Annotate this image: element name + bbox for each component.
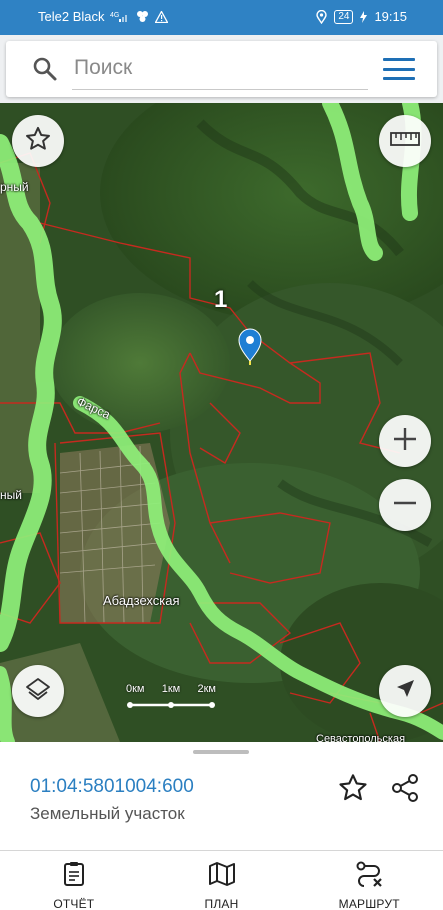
charging-icon [360, 10, 368, 23]
parcel-info-sheet[interactable]: 01:04:5801004:600 Земельный участок [0, 742, 443, 850]
satellite-map[interactable]: рный Фарса ный Абадзехская Севастопольск… [0, 103, 443, 742]
nav-route-label: МАРШРУТ [338, 897, 400, 910]
place-label: рный [0, 180, 29, 194]
report-icon [62, 861, 86, 892]
ruler-icon [390, 131, 420, 152]
star-outline-icon [24, 125, 52, 158]
battery-level: 24 [334, 9, 354, 24]
cadastral-number[interactable]: 01:04:5801004:600 [30, 776, 194, 798]
carrier-name: Tele2 Black [38, 9, 105, 24]
search-area [0, 35, 443, 103]
signal-icon: 4G [110, 11, 130, 23]
search-bar [6, 41, 437, 97]
map-plan-icon [208, 861, 236, 892]
menu-icon[interactable] [383, 58, 415, 80]
my-location-button[interactable] [379, 665, 431, 717]
scale-label: 0км [126, 683, 145, 695]
layers-button[interactable] [12, 665, 64, 717]
status-bar: Tele2 Black 4G 24 19:15 [0, 0, 443, 35]
nav-plan-label: ПЛАН [204, 897, 239, 910]
town-label: Абадзехская [103, 593, 180, 608]
scale-label: 2км [197, 683, 217, 695]
scale-label: 1км [161, 683, 181, 695]
warning-icon [155, 10, 169, 23]
map-imagery [0, 103, 443, 742]
bottom-navigation: ОТЧЁТ ПЛАН МАРШРУТ [0, 850, 443, 910]
search-underline [72, 89, 368, 90]
object-type: Земельный участок [30, 804, 185, 823]
clock: 19:15 [374, 9, 407, 24]
search-input[interactable] [74, 51, 364, 85]
star-outline-icon[interactable] [337, 772, 369, 809]
route-icon [355, 861, 383, 892]
fan-icon [136, 10, 149, 23]
place-label: Севастопольская [316, 733, 406, 742]
zoom-in-button[interactable] [379, 415, 431, 467]
search-icon[interactable] [32, 56, 58, 87]
map-scale: 0км 1км 2км [126, 683, 216, 723]
favorites-button[interactable] [12, 115, 64, 167]
location-icon [316, 9, 328, 24]
nav-route[interactable]: МАРШРУТ [295, 851, 443, 910]
network-type: 4G [110, 12, 119, 19]
share-icon[interactable] [389, 772, 421, 809]
layers-icon [24, 675, 52, 708]
nav-report-label: ОТЧЁТ [53, 897, 95, 910]
nav-plan[interactable]: ПЛАН [148, 851, 296, 910]
pin-number-label: 1 [214, 286, 228, 313]
minus-icon [391, 489, 419, 522]
scale-bar [127, 702, 215, 708]
nav-report[interactable]: ОТЧЁТ [0, 851, 148, 910]
navigation-arrow-icon [394, 678, 416, 705]
place-label: ный [0, 488, 22, 502]
zoom-out-button[interactable] [379, 479, 431, 531]
plus-icon [391, 425, 419, 458]
sheet-drag-handle[interactable] [193, 750, 249, 754]
measure-button[interactable] [379, 115, 431, 167]
